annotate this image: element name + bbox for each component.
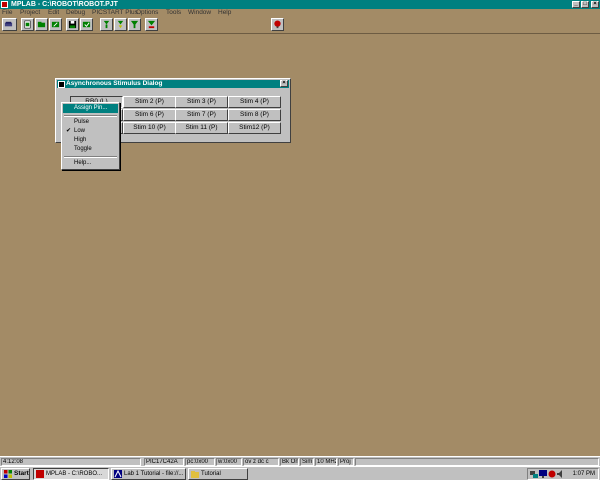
browser-icon bbox=[114, 470, 122, 478]
project-icon[interactable] bbox=[2, 18, 17, 31]
stim-button-4[interactable]: Stim 4 (P) bbox=[228, 96, 281, 108]
antivirus-icon[interactable] bbox=[548, 470, 556, 478]
status-time: 4:12:08 bbox=[1, 458, 141, 466]
task-tutorial-label: Tutorial bbox=[201, 471, 221, 477]
stim-button-2[interactable]: Stim 2 (P) bbox=[123, 96, 176, 108]
start-button[interactable]: Start bbox=[1, 468, 30, 480]
check-icon: ✔ bbox=[66, 128, 72, 134]
status-pc: pc:0x00 bbox=[185, 458, 215, 466]
dialog-icon bbox=[58, 81, 65, 88]
menu-debug[interactable]: Debug bbox=[66, 9, 85, 17]
mplab-icon bbox=[36, 470, 44, 478]
maximize-button[interactable]: □ bbox=[581, 1, 589, 8]
dialog-close-button[interactable]: × bbox=[280, 80, 288, 87]
edit-project-icon[interactable] bbox=[49, 18, 62, 31]
stimulus-context-menu: Assign Pin... Pulse ✔ Low High Toggle He… bbox=[61, 102, 120, 170]
stim-button-6[interactable]: Stim 6 (P) bbox=[123, 109, 176, 121]
menu-separator bbox=[64, 115, 117, 117]
download-icon[interactable] bbox=[100, 18, 113, 31]
network-icon[interactable] bbox=[530, 470, 538, 478]
menu-picstart-plus[interactable]: PICSTART Plus bbox=[92, 9, 138, 17]
menu-item-low-label: Low bbox=[74, 128, 86, 134]
status-proj: Proj bbox=[338, 458, 354, 466]
stim-button-7[interactable]: Stim 7 (P) bbox=[175, 109, 228, 121]
menu-edit[interactable]: Edit bbox=[48, 9, 59, 17]
new-file-icon[interactable] bbox=[21, 18, 34, 31]
filter-icon[interactable] bbox=[128, 18, 141, 31]
status-bk: Bk On bbox=[280, 458, 299, 466]
menu-options[interactable]: Options bbox=[136, 9, 158, 17]
folder-icon bbox=[191, 471, 199, 478]
menu-item-pulse[interactable]: Pulse bbox=[63, 118, 118, 127]
stim-button-8[interactable]: Stim 8 (P) bbox=[228, 109, 281, 121]
upload-icon[interactable] bbox=[114, 18, 127, 31]
menu-bar: File Project Edit Debug PICSTART Plus Op… bbox=[0, 9, 600, 17]
stim-button-10[interactable]: Stim 10 (P) bbox=[123, 122, 176, 134]
menu-help[interactable]: Help bbox=[218, 9, 231, 17]
menu-file[interactable]: File bbox=[2, 9, 12, 17]
toolbar bbox=[0, 17, 600, 34]
verify-icon[interactable] bbox=[145, 18, 158, 31]
system-tray: 1:07 PM bbox=[527, 468, 599, 480]
close-button[interactable]: × bbox=[591, 1, 599, 8]
task-tutorial-folder[interactable]: Tutorial bbox=[188, 468, 248, 480]
make-project-icon[interactable] bbox=[80, 18, 93, 31]
stim-button-12[interactable]: Stim12 (P) bbox=[228, 122, 281, 134]
status-bar: 4:12:08 PIC17C42A pc:0x00 w:0x00 ov z dc… bbox=[0, 456, 600, 466]
menu-item-low[interactable]: ✔ Low bbox=[63, 127, 118, 136]
task-lab1-tutorial[interactable]: Lab 1 Tutorial - file://... bbox=[111, 468, 186, 480]
app-title: MPLAB - C:\ROBOT\ROBOT.PJT bbox=[11, 1, 118, 8]
menu-item-help[interactable]: Help... bbox=[63, 159, 118, 168]
monitor-icon[interactable] bbox=[539, 470, 547, 478]
menu-window[interactable]: Window bbox=[188, 9, 211, 17]
dialog-title-bar[interactable]: Asynchronous Stimulus Dialog × bbox=[57, 80, 289, 88]
status-w: w:0x00 bbox=[216, 458, 242, 466]
stim-button-3[interactable]: Stim 3 (P) bbox=[175, 96, 228, 108]
menu-tools[interactable]: Tools bbox=[166, 9, 181, 17]
dialog-title: Asynchronous Stimulus Dialog bbox=[66, 80, 163, 87]
status-empty-pane bbox=[355, 458, 599, 466]
status-freq: 10 MHz bbox=[315, 458, 337, 466]
status-sim: Sim bbox=[300, 458, 314, 466]
minimize-button[interactable]: _ bbox=[572, 1, 580, 8]
menu-separator bbox=[64, 156, 117, 158]
menu-item-toggle[interactable]: Toggle bbox=[63, 145, 118, 154]
red-light-icon[interactable] bbox=[271, 18, 284, 31]
menu-item-high[interactable]: High bbox=[63, 136, 118, 145]
save-icon[interactable] bbox=[66, 18, 79, 31]
status-processor: PIC17C42A bbox=[144, 458, 184, 466]
volume-icon[interactable] bbox=[557, 470, 565, 478]
open-file-icon[interactable] bbox=[35, 18, 48, 31]
start-label: Start bbox=[14, 470, 29, 477]
windows-logo-icon bbox=[4, 470, 12, 478]
task-mplab-label: MPLAB - C:\ROBO... bbox=[46, 471, 103, 477]
mplab-app-icon[interactable] bbox=[1, 1, 8, 8]
menu-project[interactable]: Project bbox=[20, 9, 40, 17]
taskbar: Start MPLAB - C:\ROBO... Lab 1 Tutorial … bbox=[0, 466, 600, 480]
menu-item-assign-pin[interactable]: Assign Pin... bbox=[63, 104, 118, 113]
taskbar-clock[interactable]: 1:07 PM bbox=[573, 469, 595, 479]
app-title-bar[interactable]: MPLAB - C:\ROBOT\ROBOT.PJT _ □ × bbox=[0, 0, 600, 9]
status-flags: ov z dc c bbox=[243, 458, 279, 466]
stim-button-11[interactable]: Stim 11 (P) bbox=[175, 122, 228, 134]
task-mplab[interactable]: MPLAB - C:\ROBO... bbox=[33, 468, 109, 480]
task-lab1-label: Lab 1 Tutorial - file://... bbox=[124, 471, 184, 477]
